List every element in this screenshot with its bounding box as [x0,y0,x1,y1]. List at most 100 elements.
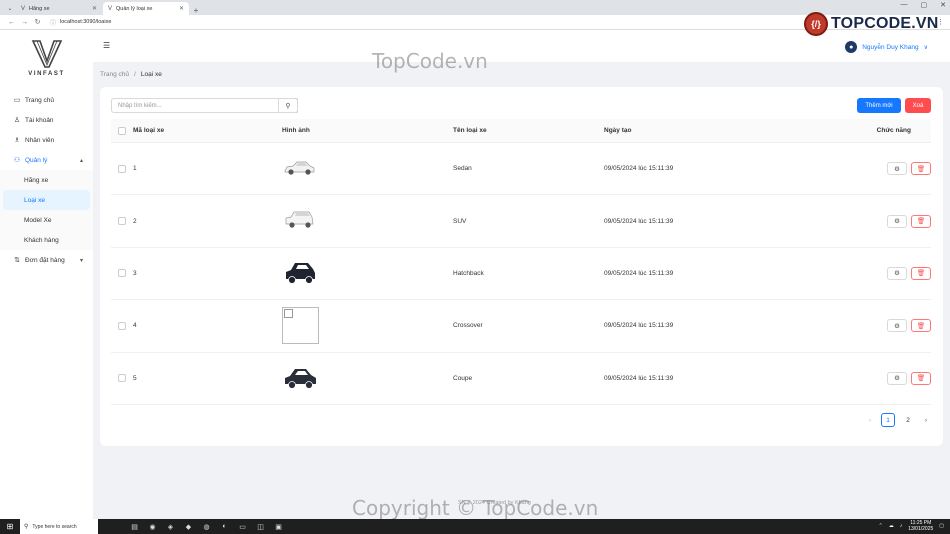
sidebar-item-employees[interactable]: ♗ Nhân viên [0,130,93,150]
maximize-icon[interactable]: ▢ [921,1,928,9]
app-icon[interactable]: ◆ [182,520,195,533]
reload-icon[interactable]: ↻ [31,18,44,26]
word-icon[interactable]: ▣ [272,520,285,533]
orders-icon: ⇅ [14,257,20,264]
suv-white-car-image [285,211,314,228]
row-checkbox[interactable] [118,217,126,226]
watermark-logo-text: TOPCODE.VN [831,15,939,32]
terminal-icon[interactable]: ▭ [236,520,249,533]
new-tab-button[interactable]: + [190,6,202,15]
site-info-icon[interactable]: ⓘ [50,18,56,27]
col-header-actions: Chức năng [876,127,911,134]
cell-id: 4 [133,322,137,330]
table-header: Mã loại xe Hình ảnh Tên loại xe Ngày tạo… [111,119,931,143]
sidebar-item-label: Nhân viên [25,136,55,144]
url-field[interactable]: ⓘ localhost:3090/loaixe [50,18,111,27]
cell-name: Sedan [453,165,472,173]
cell-created: 09/05/2024 lúc 15:11:39 [604,165,674,173]
forward-icon[interactable]: → [18,19,31,26]
edit-button[interactable]: ⚙ [887,371,907,385]
app-icon[interactable]: ◍ [200,520,213,533]
topcode-watermark-logo: {/} TOPCODE.VN [804,12,939,36]
page-1-button[interactable]: 1 [881,413,895,427]
delete-button[interactable]: 🗑 [911,319,931,333]
table-row: 3 Hatchback 09/05/2024 lúc 15:11:39 ⚙ 🗑 [111,248,931,301]
select-all-checkbox[interactable] [118,126,126,135]
volume-icon[interactable]: ♪ [900,523,903,529]
sidebar-item-models[interactable]: Model Xe [0,210,93,230]
minimize-icon[interactable]: — [901,1,908,9]
clock[interactable]: 11:25 PM 13/01/2025 [908,520,933,532]
edit-button[interactable]: ⚙ [887,266,907,280]
browser-tab-hang-xe[interactable]: V Hãng xe ✕ [16,2,102,15]
cell-name: Crossover [453,322,483,330]
add-new-button[interactable]: Thêm mới [857,98,901,113]
sidebar-group-orders[interactable]: ⇅ Đơn đặt hàng ▾ [0,250,93,270]
app-icon[interactable]: ◫ [254,520,267,533]
delete-button[interactable]: 🗑 [911,214,931,228]
sidebar-item-home[interactable]: ▭ Trang chủ [0,90,93,110]
page-2-button[interactable]: 2 [901,413,915,427]
breadcrumb-home[interactable]: Trang chủ [100,71,129,78]
next-page-icon[interactable]: › [921,417,931,424]
close-tab-icon[interactable]: ✕ [179,5,184,12]
delete-button[interactable]: 🗑 [911,162,931,176]
menu-toggle-icon[interactable]: ☰ [103,41,110,50]
cell-image [282,255,453,291]
cell-id: 5 [133,374,137,382]
notifications-icon[interactable]: ▢ [939,523,944,529]
sidebar-item-car-types[interactable]: Loại xe [3,190,90,210]
cell-id: 3 [133,269,137,277]
edit-button[interactable]: ⚙ [887,214,907,228]
browser-tab-loai-xe[interactable]: V Quản lý loại xe ✕ [103,2,189,15]
sidebar-item-customers[interactable]: Khách hàng [0,230,93,250]
user-menu[interactable]: ● Nguyễn Duy Khang ∨ [845,41,928,53]
network-icon[interactable]: ☁ [889,523,894,529]
sidebar-item-account[interactable]: ♙ Tài khoản [0,110,93,130]
taskbar-apps: ▤ ◉ ◈ ◆ ◍ ◐ ▭ ◫ ▣ [128,520,285,533]
delete-selected-button[interactable]: Xoá [905,98,931,113]
search-icon: ⚲ [285,102,291,110]
close-window-icon[interactable]: ✕ [940,1,946,9]
pagination: ‹ 1 2 › [865,413,931,427]
cell-created: 09/05/2024 lúc 15:11:39 [604,374,674,382]
delete-button[interactable]: 🗑 [911,371,931,385]
windows-start-icon[interactable]: ⊞ [0,522,20,531]
clock-date: 13/01/2025 [908,526,934,532]
app-icon[interactable]: ◐ [218,520,231,533]
monitor-icon: ▭ [13,97,21,104]
search-input[interactable]: Nhập tìm kiếm... [111,98,298,113]
chevron-up-icon: ▴ [79,157,83,164]
prev-page-icon[interactable]: ‹ [865,417,875,424]
vinfast-logo[interactable]: VINFAST [0,30,93,82]
cell-image [282,307,453,345]
row-checkbox[interactable] [118,321,126,330]
os-taskbar: ⊞ ⚲ Type here to search ▤ ◉ ◈ ◆ ◍ ◐ ▭ ◫ … [0,519,950,534]
search-button[interactable]: ⚲ [278,98,298,113]
row-checkbox[interactable] [118,374,126,383]
edit-button[interactable]: ⚙ [887,162,907,176]
sidebar-item-brands[interactable]: Hãng xe [0,170,93,190]
back-icon[interactable]: ← [5,19,18,26]
trash-icon: 🗑 [916,322,926,330]
sidebar-group-management[interactable]: ⚇ Quản lý ▴ [0,150,93,170]
vscode-icon[interactable]: ◈ [164,520,177,533]
table-row: 2 SUV 09/05/2024 lúc 15:11:39 ⚙ 🗑 [111,195,931,248]
row-checkbox[interactable] [118,164,126,173]
edit-button[interactable]: ⚙ [887,319,907,333]
sidebar-item-label: Tài khoản [25,116,54,124]
tray-chevron-icon[interactable]: ⌃ [879,523,883,529]
sedan-white-car-image [284,161,315,175]
tab-search-icon[interactable]: ⌄ [4,1,16,15]
team-icon: ♗ [13,137,21,144]
delete-button[interactable]: 🗑 [911,266,931,280]
row-checkbox[interactable] [118,269,126,278]
taskbar-search-input[interactable]: ⚲ Type here to search [20,519,98,534]
file-explorer-icon[interactable]: ▤ [128,520,141,533]
tab-title: Quản lý loại xe [116,5,153,12]
tab-title: Hãng xe [29,5,50,12]
browser-icon[interactable]: ◉ [146,520,159,533]
gear-icon: ⚙ [894,165,900,173]
close-tab-icon[interactable]: ✕ [92,5,97,12]
gear-icon: ⚙ [894,322,900,330]
